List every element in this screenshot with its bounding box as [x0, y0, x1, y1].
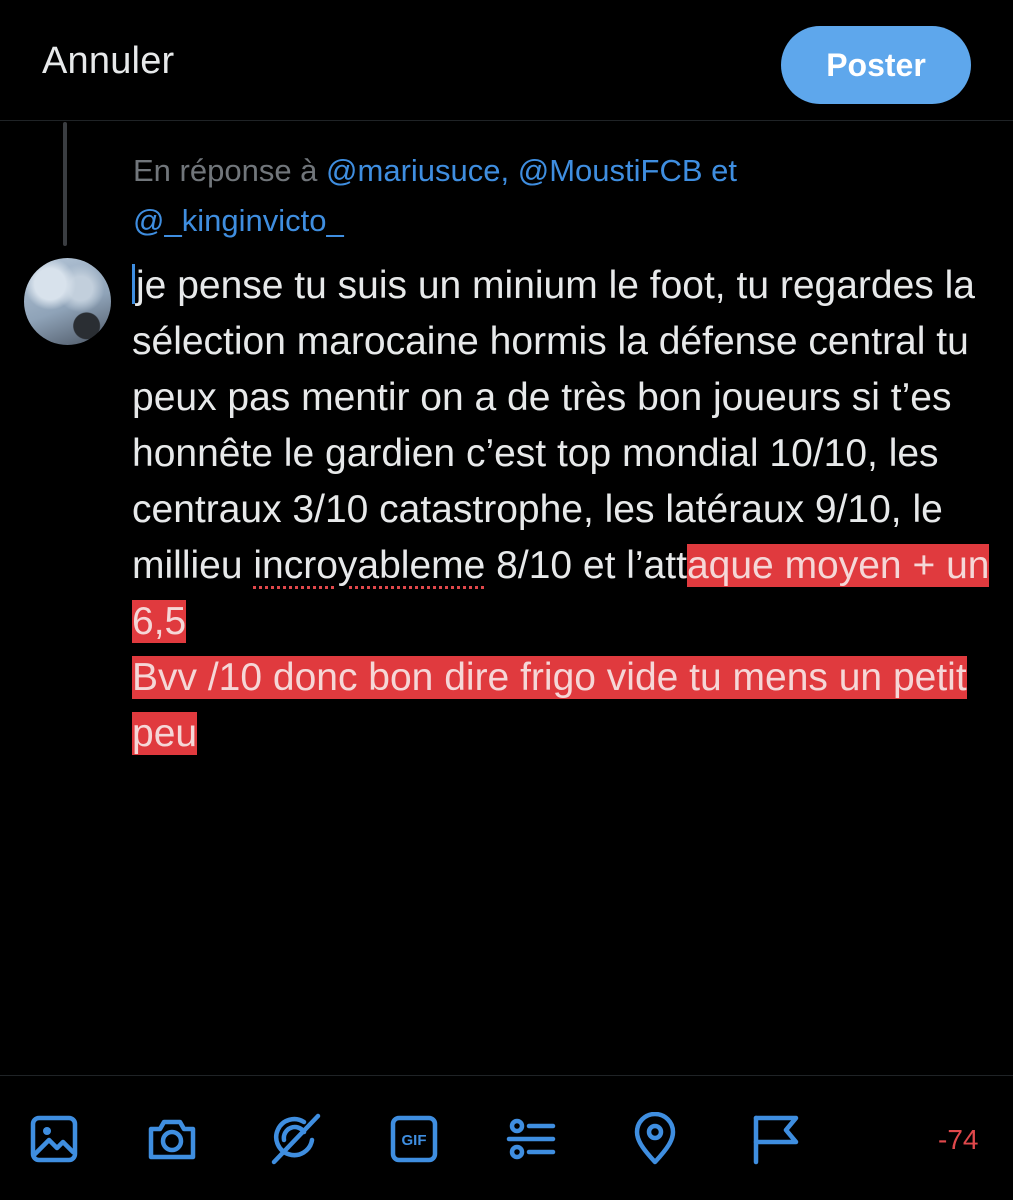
poll-icon[interactable]: [505, 1112, 559, 1166]
compose-toolbar: GIF -74: [0, 1075, 1013, 1200]
camera-icon[interactable]: [145, 1112, 199, 1166]
gif-icon[interactable]: GIF: [387, 1112, 441, 1166]
reply-prefix: En réponse à: [133, 153, 318, 188]
overflow-text-2: Bvv /10 donc bon dire frigo vide tu mens…: [132, 656, 967, 755]
character-counter: -74: [938, 1124, 979, 1155]
compose-text: je pense tu suis un minium le foot, tu r…: [132, 264, 975, 587]
image-icon[interactable]: [27, 1112, 81, 1166]
thread-line: [63, 122, 67, 246]
flag-icon[interactable]: [748, 1112, 802, 1166]
cancel-button[interactable]: Annuler: [42, 40, 174, 83]
mention-moustifcb[interactable]: @MoustiFCB: [518, 153, 703, 188]
misspelled-word[interactable]: incroyableme: [253, 544, 485, 587]
grok-icon[interactable]: [268, 1112, 322, 1166]
reply-conjunction: et: [711, 153, 738, 188]
svg-text:GIF: GIF: [402, 1132, 427, 1149]
mention-mariusuce[interactable]: @mariusuce,: [326, 153, 509, 188]
compose-text-area[interactable]: je pense tu suis un minium le foot, tu r…: [132, 258, 1002, 762]
reply-to-line: En réponse à @mariusuce, @MoustiFCB et @…: [133, 146, 833, 246]
mention-kinginvicto[interactable]: @_kinginvicto_: [133, 203, 344, 238]
compose-text-cont: 8/10 et l’att: [485, 544, 687, 587]
location-icon[interactable]: [628, 1111, 682, 1166]
compose-header: Annuler Poster: [0, 0, 1013, 121]
post-button[interactable]: Poster: [781, 26, 971, 104]
text-cursor: [132, 264, 135, 304]
avatar[interactable]: [24, 258, 111, 345]
